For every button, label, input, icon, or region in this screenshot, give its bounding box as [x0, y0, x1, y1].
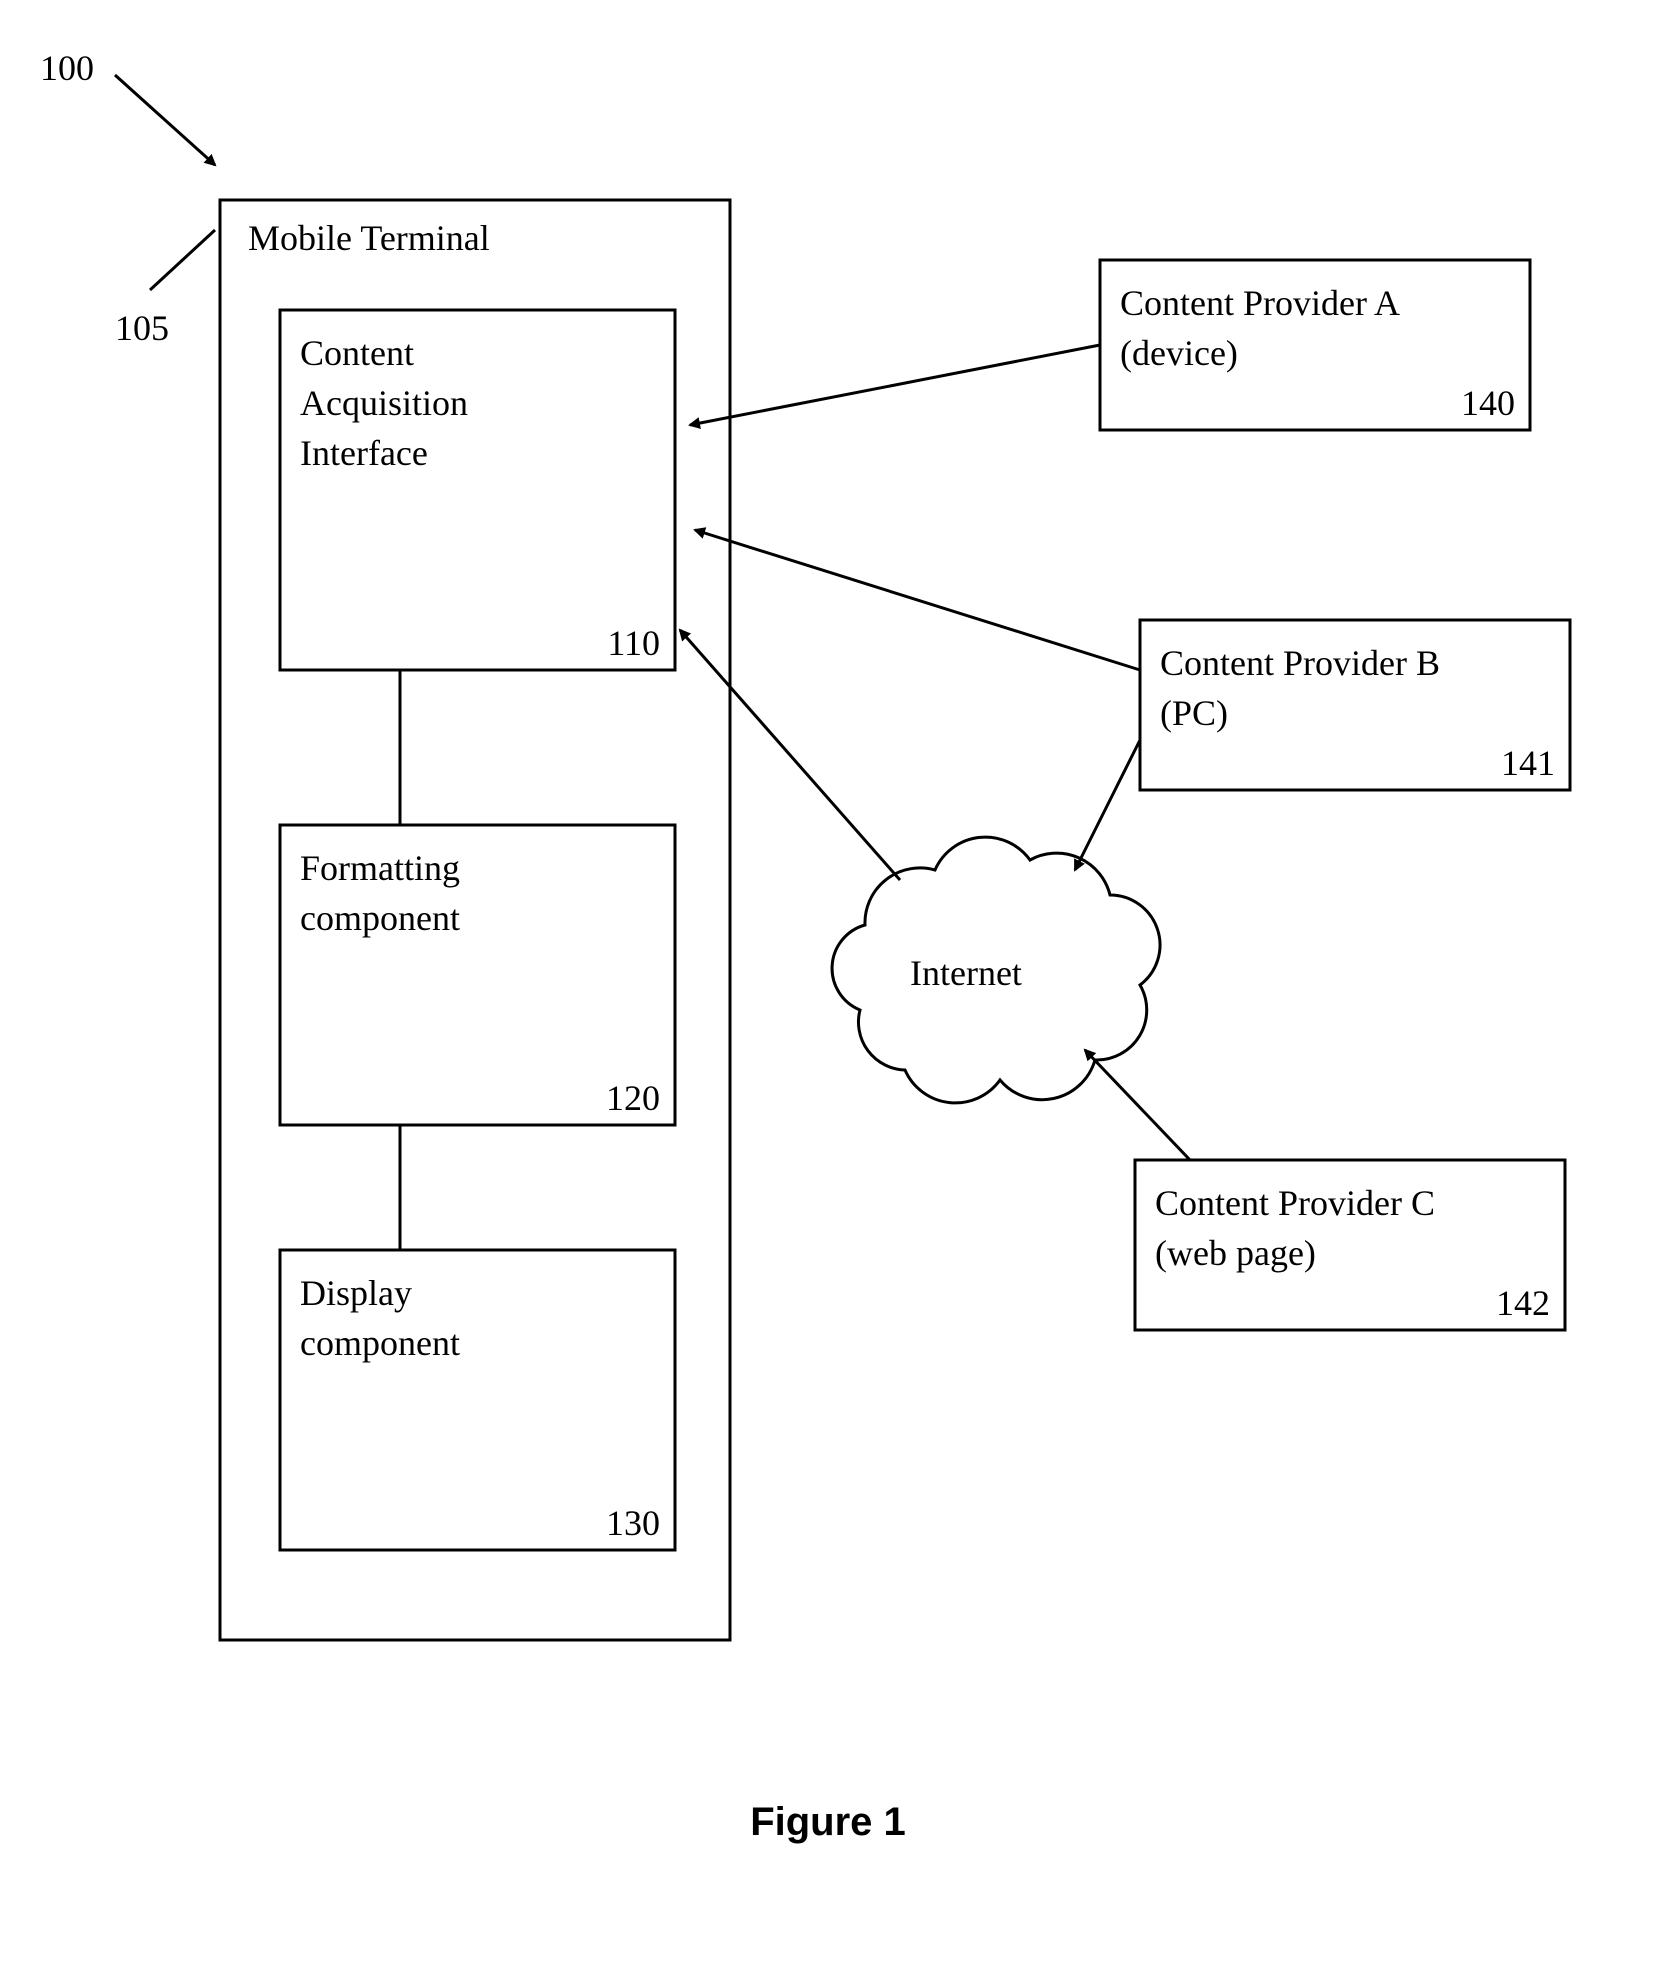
leader-105	[150, 230, 215, 290]
internet-cloud: Internet	[832, 837, 1160, 1103]
mobile-terminal-title: Mobile Terminal	[248, 218, 490, 258]
arrow-c-to-internet	[1085, 1050, 1190, 1160]
formatting-line1: Formatting	[300, 848, 460, 888]
leader-100	[115, 75, 215, 165]
provider-c-line1: Content Provider C	[1155, 1183, 1435, 1223]
provider-c-ref: 142	[1496, 1283, 1550, 1323]
formatting-line2: component	[300, 898, 460, 938]
figure-caption: Figure 1	[750, 1800, 906, 1844]
acquisition-line1: Content	[300, 333, 414, 373]
cloud-label: Internet	[910, 953, 1022, 993]
provider-b-line1: Content Provider B	[1160, 643, 1440, 683]
formatting-ref: 120	[606, 1078, 660, 1118]
diagram-canvas: 100 Mobile Terminal 105 Content Acquisit…	[0, 0, 1656, 1973]
figure-id: 100	[40, 48, 94, 88]
provider-b-line2: (PC)	[1160, 693, 1228, 733]
arrow-b-to-internet	[1075, 740, 1140, 870]
provider-a-line1: Content Provider A	[1120, 283, 1400, 323]
acquisition-ref: 110	[607, 623, 660, 663]
provider-b-ref: 141	[1501, 743, 1555, 783]
provider-a-ref: 140	[1461, 383, 1515, 423]
arrow-b-to-acq	[695, 530, 1140, 670]
display-line1: Display	[300, 1273, 412, 1313]
provider-c-line2: (web page)	[1155, 1233, 1316, 1273]
provider-a-line2: (device)	[1120, 333, 1238, 373]
acquisition-line3: Interface	[300, 433, 428, 473]
acquisition-line2: Acquisition	[300, 383, 468, 423]
mobile-terminal-ref: 105	[115, 308, 169, 348]
display-ref: 130	[606, 1503, 660, 1543]
display-line2: component	[300, 1323, 460, 1363]
arrow-a-to-acq	[690, 345, 1100, 425]
